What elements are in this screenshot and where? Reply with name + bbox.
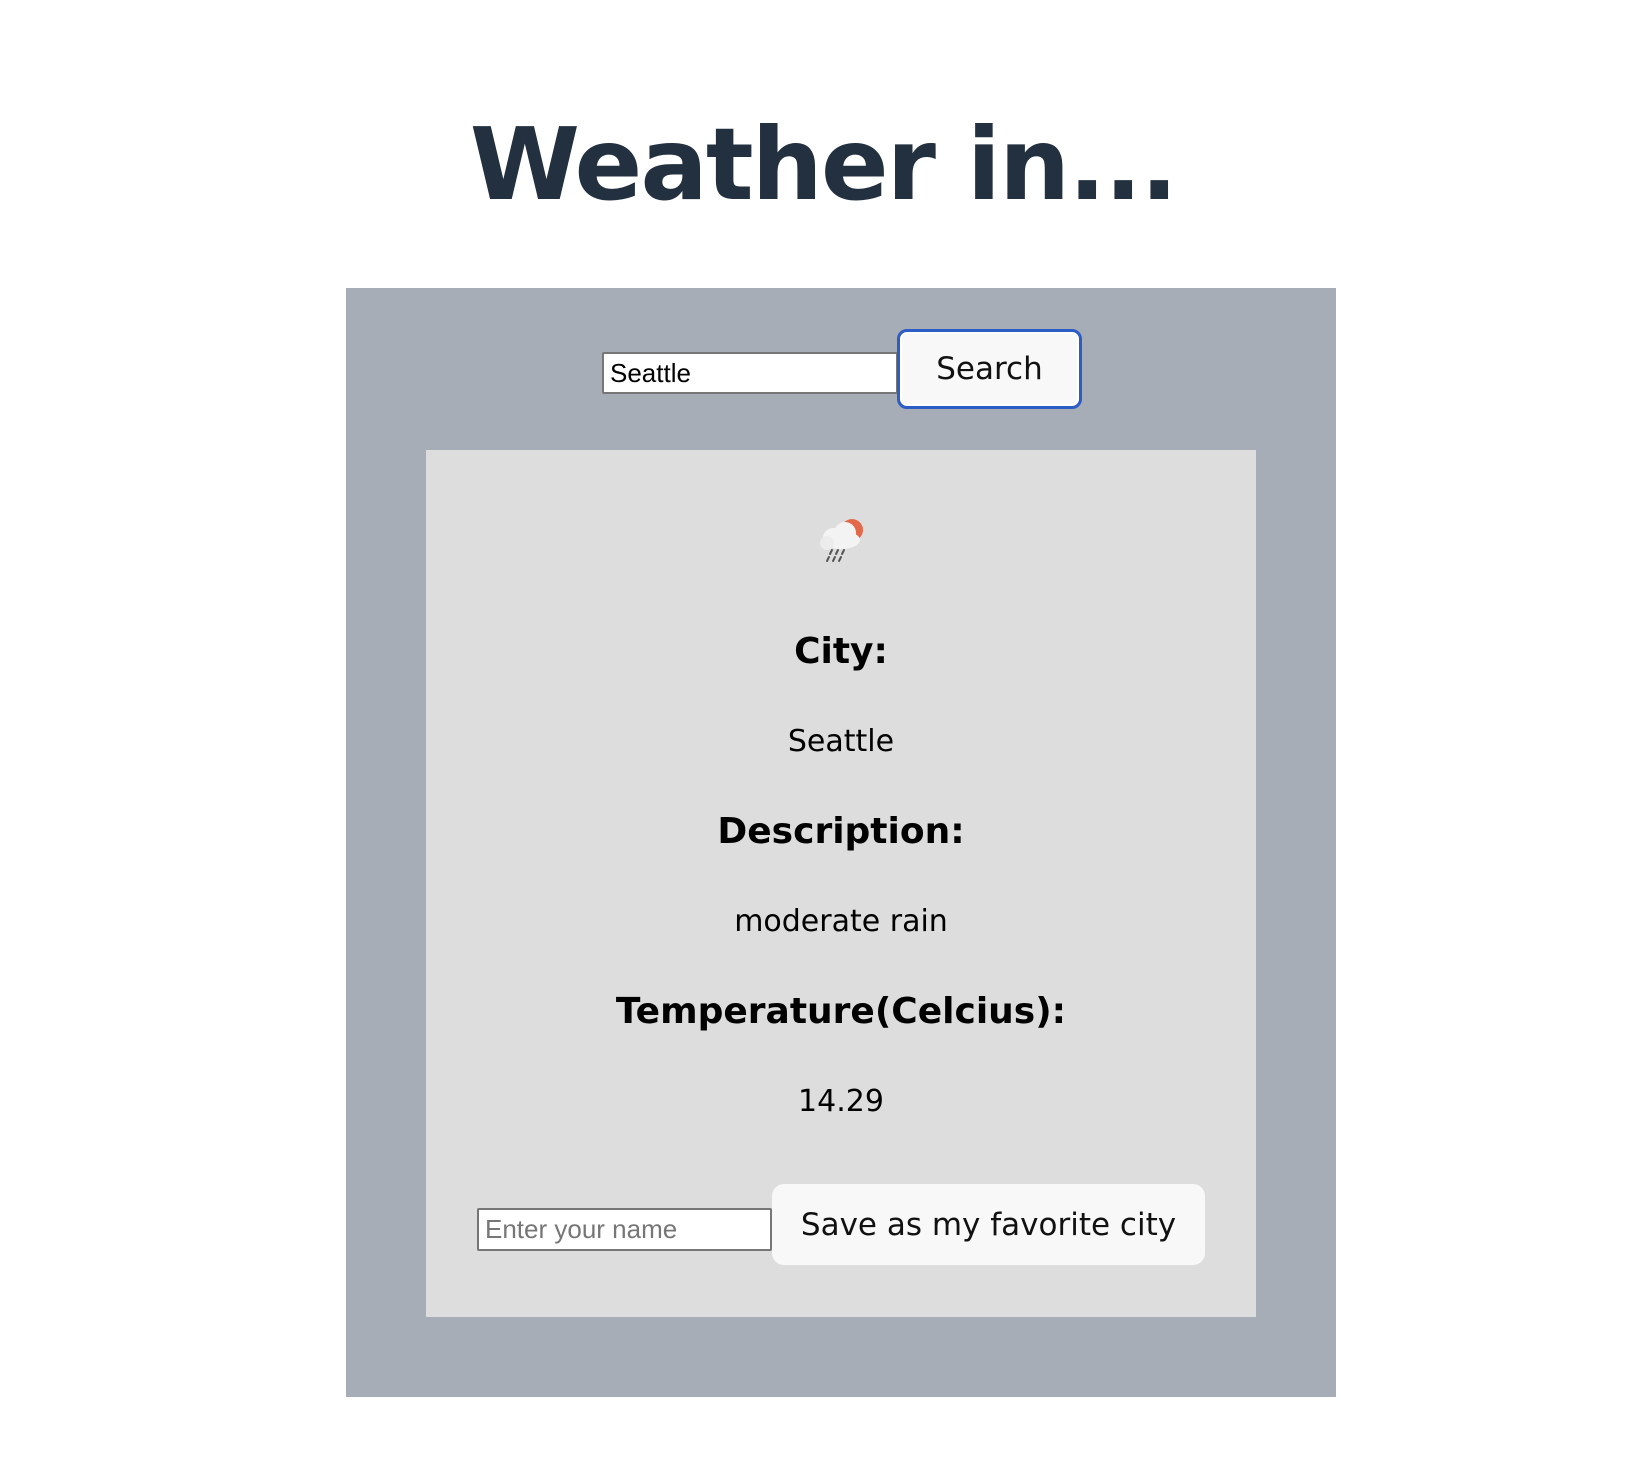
search-button[interactable]: Search [897,329,1082,409]
temperature-label: Temperature(Celcius): [615,991,1067,1032]
weather-result-card: City: Seattle Description: moderate rain… [426,450,1256,1317]
city-value: Seattle [787,724,895,759]
weather-panel: Search City: Seattle Description: modera… [346,288,1336,1397]
description-label: Description: [717,811,965,852]
description-value: moderate rain [734,904,948,939]
rain-cloud-sun-icon [820,519,863,562]
city-label: City: [794,631,888,672]
save-favorite-city-button[interactable]: Save as my favorite city [772,1184,1205,1265]
city-search-input[interactable] [602,352,898,394]
page-title: Weather in... [469,106,1178,223]
name-input[interactable] [477,1208,772,1251]
temperature-value: 14.29 [798,1084,884,1119]
